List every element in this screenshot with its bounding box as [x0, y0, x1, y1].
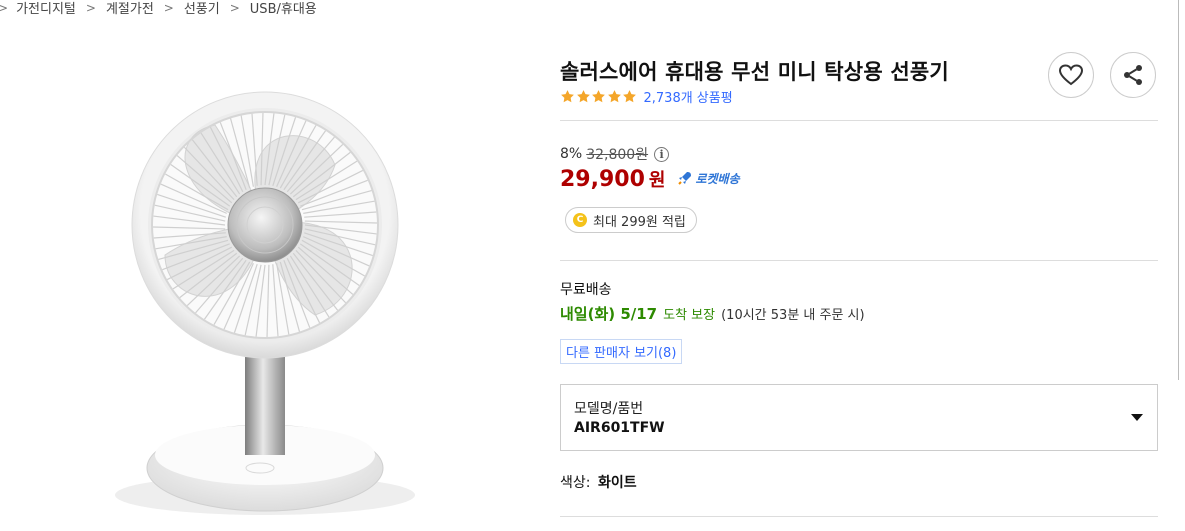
price-block: 8% 32,800원 i 29,900 원 로켓배송 C 최대 299원 적립: [560, 144, 740, 233]
breadcrumb-item-seasonal[interactable]: 계절가전: [106, 0, 154, 17]
model-option-select[interactable]: 모델명/품번 AIR601TFW: [560, 384, 1158, 451]
product-title: 솔러스에어 휴대용 무선 미니 탁상용 선풍기: [560, 60, 949, 84]
discount-row: 8% 32,800원 i: [560, 144, 670, 164]
breadcrumb-separator: >: [85, 0, 96, 15]
chevron-down-icon: [1131, 414, 1143, 421]
share-button[interactable]: [1110, 52, 1156, 98]
option-label: 모델명/품번: [574, 401, 644, 417]
sale-price: 29,900: [560, 167, 645, 192]
favorite-button[interactable]: [1048, 52, 1094, 98]
breadcrumb-separator: >: [163, 0, 174, 15]
reward-badge[interactable]: C 최대 299원 적립: [565, 207, 697, 233]
breadcrumb-separator: >: [229, 0, 240, 15]
rocket-icon: [678, 172, 692, 185]
breadcrumb-item-usb[interactable]: USB/휴대용: [250, 0, 317, 17]
color-row: 색상: 화이트: [560, 472, 637, 492]
option-value: AIR601TFW: [574, 420, 665, 436]
info-icon[interactable]: i: [654, 146, 670, 162]
scrollbar[interactable]: [1178, 0, 1185, 380]
breadcrumb-separator: >: [0, 0, 9, 15]
original-price: 32,800원: [586, 147, 649, 163]
sale-currency: 원: [648, 170, 666, 191]
delivery-guarantee: 도착 보장: [663, 308, 716, 323]
reward-text: 최대 299원 적립: [593, 214, 686, 230]
heart-icon: [1059, 64, 1083, 86]
free-shipping-label: 무료배송: [560, 282, 612, 298]
sale-row: 29,900 원 로켓배송: [560, 166, 740, 192]
star-icon: [607, 90, 621, 103]
star-icon: [623, 90, 636, 103]
rocket-delivery-badge: 로켓배송: [677, 170, 740, 187]
divider: [560, 516, 1158, 517]
star-icon: [561, 90, 574, 103]
rocket-delivery-label: 로켓배송: [695, 171, 740, 186]
breadcrumb-item-digital[interactable]: 가전디지털: [16, 0, 76, 17]
breadcrumb: > 가전디지털 > 계절가전 > 선풍기 > USB/휴대용: [0, 0, 317, 18]
coin-icon: C: [573, 213, 587, 227]
discount-rate: 8%: [560, 146, 583, 162]
other-sellers-button[interactable]: 다른 판매자 보기(8): [560, 339, 683, 364]
delivery-date: 내일(화) 5/17: [560, 305, 658, 323]
share-icon: [1124, 65, 1142, 85]
delivery-row: 내일(화) 5/17 도착 보장 (10시간 53분 내 주문 시): [560, 303, 865, 324]
color-value: 화이트: [597, 475, 637, 491]
color-label: 색상:: [560, 475, 591, 491]
divider: [560, 260, 1158, 261]
rating-row: 2,738개 상품평: [560, 87, 733, 106]
product-image[interactable]: [95, 55, 465, 525]
star-icon: [592, 90, 605, 103]
divider: [560, 120, 1158, 121]
star-rating[interactable]: [560, 89, 638, 104]
delivery-order-note: (10시간 53분 내 주문 시): [721, 308, 865, 323]
review-count-link[interactable]: 2,738개 상품평: [644, 87, 733, 106]
star-icon: [576, 90, 590, 103]
breadcrumb-item-fan[interactable]: 선풍기: [184, 0, 220, 17]
desk-fan-image: [115, 91, 415, 515]
